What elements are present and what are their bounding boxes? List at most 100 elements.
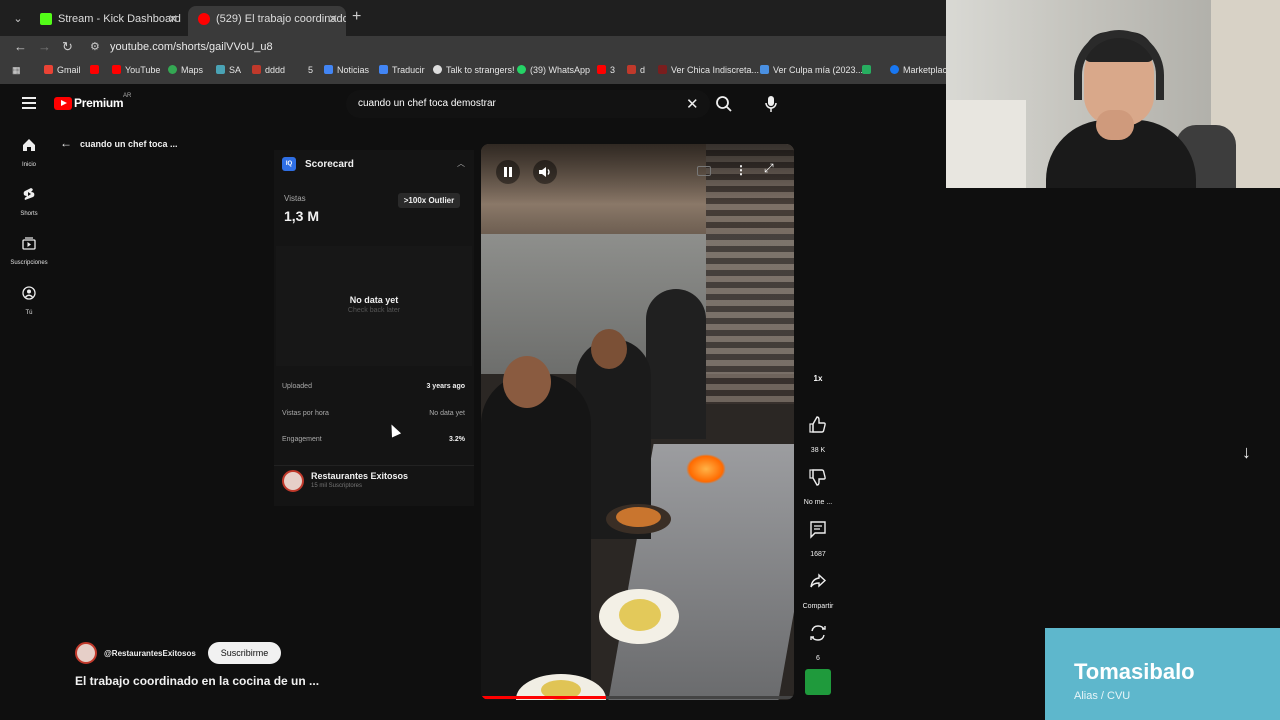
- no-data-title: No data yet: [349, 295, 399, 305]
- short-title[interactable]: El trabajo coordinado en la cocina de un…: [75, 674, 319, 688]
- remix-button[interactable]: 6: [800, 620, 836, 662]
- forward-nav-icon[interactable]: →: [38, 39, 51, 54]
- bookmark-d[interactable]: d: [627, 65, 645, 75]
- rail-item-inicio[interactable]: Inicio: [0, 138, 58, 168]
- bookmark-3[interactable]: 3: [597, 65, 615, 75]
- subscriptions-icon: [22, 237, 36, 250]
- new-tab-button[interactable]: +: [352, 8, 361, 26]
- bookmark-culpa-mia[interactable]: Ver Culpa mía (2023...: [760, 65, 863, 75]
- bookmark-label: 5: [308, 65, 314, 75]
- rail-item-shorts[interactable]: Shorts: [0, 187, 58, 217]
- bookmark-youtube[interactable]: YouTube: [112, 65, 160, 75]
- rail-item-suscripciones[interactable]: Suscripciones: [0, 236, 58, 266]
- video-scene-flame: [686, 454, 726, 484]
- bookmark-label: Noticias: [337, 65, 370, 75]
- stat-label: Vistas por hora: [282, 410, 329, 417]
- shorts-icon: [23, 188, 35, 200]
- sa-icon: [216, 65, 225, 74]
- like-button[interactable]: 38 K: [800, 412, 836, 454]
- clear-search-icon[interactable]: ✕: [686, 95, 699, 113]
- views-label: Vistas: [284, 194, 306, 203]
- video-scene-pasta: [619, 599, 661, 631]
- video-progress-bar[interactable]: [481, 696, 794, 699]
- video-top-gradient: [481, 144, 794, 204]
- back-nav-icon[interactable]: ←: [14, 39, 27, 54]
- youtube-icon: [112, 65, 121, 74]
- like-icon: [809, 416, 826, 433]
- back-arrow-icon[interactable]: ←: [60, 136, 72, 150]
- fullscreen-icon[interactable]: ⤢: [764, 161, 774, 176]
- bookmark-youtube-1[interactable]: [90, 65, 103, 75]
- share-label: Compartir: [802, 603, 834, 610]
- rail-label: Tú: [25, 310, 33, 316]
- tab-youtube-short[interactable]: (529) El trabajo coordinado ✕: [188, 6, 346, 36]
- bookmark-chica-indiscreta[interactable]: Ver Chica Indiscreta...: [658, 65, 759, 75]
- search-icon[interactable]: [715, 95, 733, 113]
- divider: [274, 465, 474, 466]
- comment-count: 1687: [810, 551, 826, 558]
- bookmark-talk-to-strangers[interactable]: Talk to strangers!: [433, 65, 515, 75]
- bookmark-traducir[interactable]: Traducir: [379, 65, 425, 75]
- comments-button[interactable]: 1687: [800, 516, 836, 558]
- channel-avatar[interactable]: [75, 642, 97, 664]
- bookmark-sa[interactable]: SA: [216, 65, 241, 75]
- search-input[interactable]: cuando un chef toca demostrar ✕: [346, 90, 710, 118]
- apps-grid-icon[interactable]: ▦: [12, 65, 21, 76]
- youtube-icon: [90, 65, 99, 74]
- channel-avatar[interactable]: [282, 470, 304, 492]
- close-tab-icon[interactable]: ✕: [328, 6, 338, 32]
- bookmark-label: 3: [610, 65, 616, 75]
- site-info-icon[interactable]: ⚙: [90, 40, 100, 53]
- more-options-icon[interactable]: ⋮: [735, 163, 747, 177]
- reload-icon[interactable]: ↻: [62, 39, 73, 55]
- address-bar: ← → ↻ ⚙ youtube.com/shorts/gailVVoU_u8: [0, 36, 946, 60]
- next-short-arrow-icon[interactable]: ↓: [1242, 442, 1251, 463]
- dislike-button[interactable]: No me ...: [800, 464, 836, 506]
- no-data-subtitle: Check back later: [347, 307, 401, 314]
- bookmark-green[interactable]: [862, 65, 875, 75]
- microphone-icon[interactable]: [764, 95, 778, 113]
- bookmark-5[interactable]: 5: [308, 65, 313, 75]
- bookmark-gmail[interactable]: Gmail: [44, 65, 81, 75]
- short-video-player[interactable]: ⋮ ⤢: [481, 144, 794, 700]
- tab-kick-dashboard[interactable]: Stream - Kick Dashboard ✕: [30, 6, 186, 36]
- comment-icon: [810, 521, 826, 539]
- channel-name[interactable]: Restaurantes Exitosos: [311, 471, 408, 481]
- bookmark-label: Ver Chica Indiscreta...: [671, 65, 760, 75]
- bookmark-noticias[interactable]: Noticias: [324, 65, 369, 75]
- captions-icon[interactable]: [697, 166, 711, 176]
- kick-favicon-icon: [40, 13, 52, 25]
- channel-handle[interactable]: @RestaurantesExitosos: [104, 649, 196, 658]
- tab-title: (529) El trabajo coordinado: [216, 13, 346, 25]
- stat-engagement: Engagement 3.2%: [282, 436, 465, 450]
- share-button[interactable]: Compartir: [800, 568, 836, 610]
- url-field[interactable]: ⚙ youtube.com/shorts/gailVVoU_u8: [86, 38, 936, 58]
- bookmark-whatsapp[interactable]: (39) WhatsApp: [517, 65, 590, 75]
- subscribe-button[interactable]: Suscribirme: [208, 642, 281, 664]
- bookmark-maps[interactable]: Maps: [168, 65, 203, 75]
- close-tab-icon[interactable]: ✕: [168, 6, 178, 32]
- share-icon: [810, 573, 827, 588]
- facebook-icon: [890, 65, 899, 74]
- volume-icon[interactable]: [533, 160, 557, 184]
- collapse-chevron-icon[interactable]: ︿: [457, 158, 465, 169]
- bookmark-label: Talk to strangers!: [446, 65, 515, 75]
- overlay-name: Tomasibalo: [1074, 659, 1195, 684]
- whatsapp-icon: [517, 65, 526, 74]
- stat-value: 3.2%: [449, 436, 465, 443]
- audio-track-thumbnail[interactable]: [805, 669, 831, 695]
- playback-speed[interactable]: 1x: [808, 374, 828, 383]
- bookmark-label: Gmail: [57, 65, 81, 75]
- remix-icon: [810, 625, 826, 641]
- rail-label: Shorts: [20, 211, 38, 217]
- menu-icon[interactable]: [22, 97, 36, 109]
- video-scene-chef: [481, 374, 591, 700]
- bookmark-marketplace[interactable]: Marketplace: [890, 65, 952, 75]
- webcam-scene-hand: [1096, 110, 1134, 140]
- pause-icon[interactable]: [496, 160, 520, 184]
- rail-item-tu[interactable]: Tú: [0, 286, 58, 316]
- bookmark-dddd[interactable]: dddd: [252, 65, 285, 75]
- youtube-icon: [597, 65, 606, 74]
- tab-search-chevron-icon[interactable]: ⌄: [8, 9, 28, 29]
- bookmark-label: (39) WhatsApp: [530, 65, 591, 75]
